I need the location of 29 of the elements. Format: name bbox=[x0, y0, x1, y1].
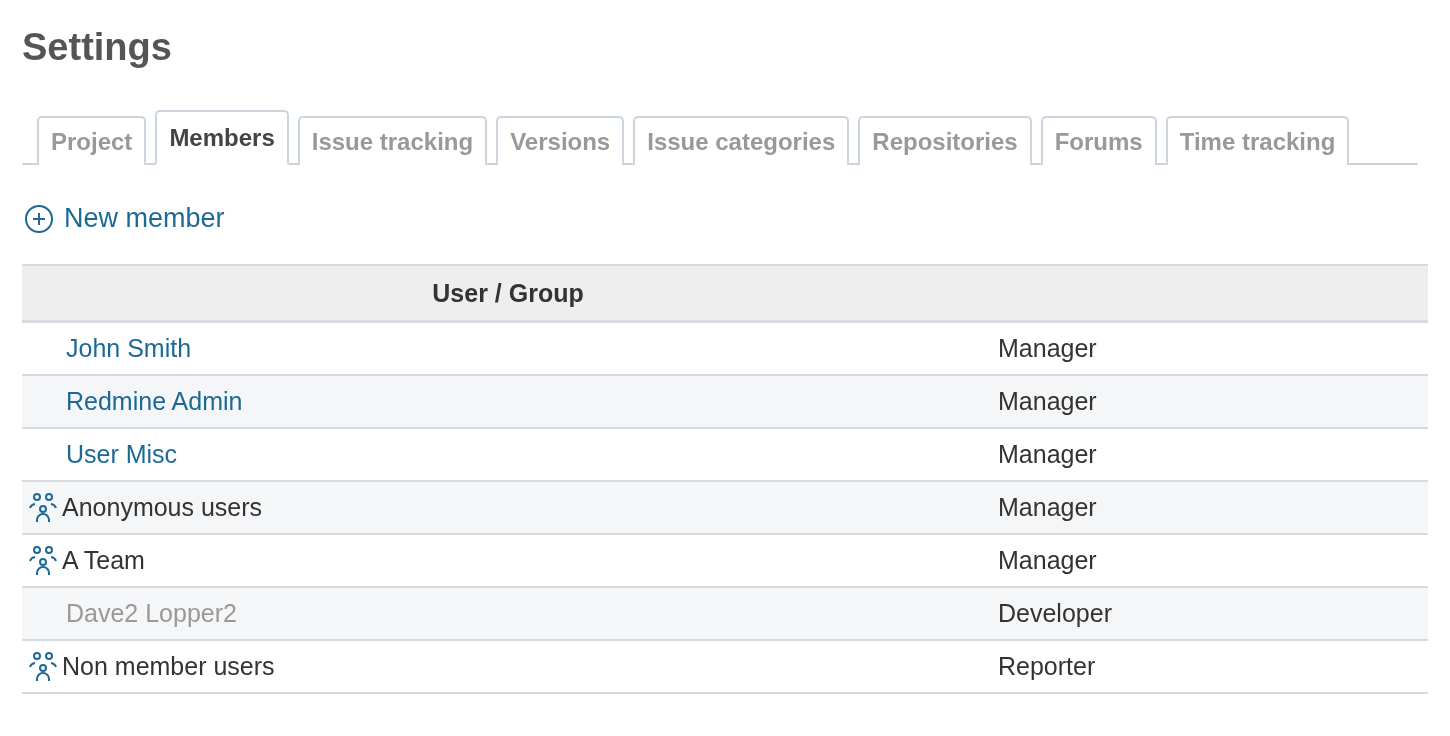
settings-tab[interactable]: Time tracking bbox=[1165, 116, 1350, 165]
add-icon bbox=[24, 203, 54, 234]
settings-tab[interactable]: Members bbox=[155, 110, 289, 165]
group-icon bbox=[28, 650, 58, 683]
user-link[interactable]: John Smith bbox=[66, 334, 192, 363]
group-name: A Team bbox=[62, 546, 145, 575]
settings-tab[interactable]: Versions bbox=[496, 116, 625, 165]
role-text: Manager bbox=[997, 440, 1097, 468]
settings-tab[interactable]: Issue tracking bbox=[297, 116, 488, 165]
role-text: Manager bbox=[997, 334, 1097, 362]
role-text: Manager bbox=[997, 387, 1097, 415]
new-member-link[interactable]: New member bbox=[24, 203, 225, 234]
settings-tab[interactable]: Project bbox=[37, 116, 147, 165]
user-link[interactable]: User Misc bbox=[66, 440, 178, 469]
page-title: Settings bbox=[22, 25, 173, 70]
group-name: Non member users bbox=[62, 652, 275, 681]
settings-tab[interactable]: Repositories bbox=[858, 116, 1032, 165]
settings-tab[interactable]: Issue categories bbox=[633, 116, 850, 165]
group-name: Anonymous users bbox=[62, 493, 263, 522]
user-link[interactable]: Redmine Admin bbox=[66, 387, 243, 416]
role-text: Developer bbox=[997, 599, 1112, 627]
group-icon bbox=[28, 544, 58, 577]
role-text: Manager bbox=[997, 546, 1097, 574]
role-text: Reporter bbox=[997, 652, 1096, 680]
role-text: Manager bbox=[997, 493, 1097, 521]
group-icon bbox=[28, 491, 58, 524]
settings-tab[interactable]: Forums bbox=[1040, 116, 1157, 165]
locked-user-name: Dave2 Lopper2 bbox=[66, 599, 237, 628]
column-header: User / Group bbox=[22, 265, 994, 322]
